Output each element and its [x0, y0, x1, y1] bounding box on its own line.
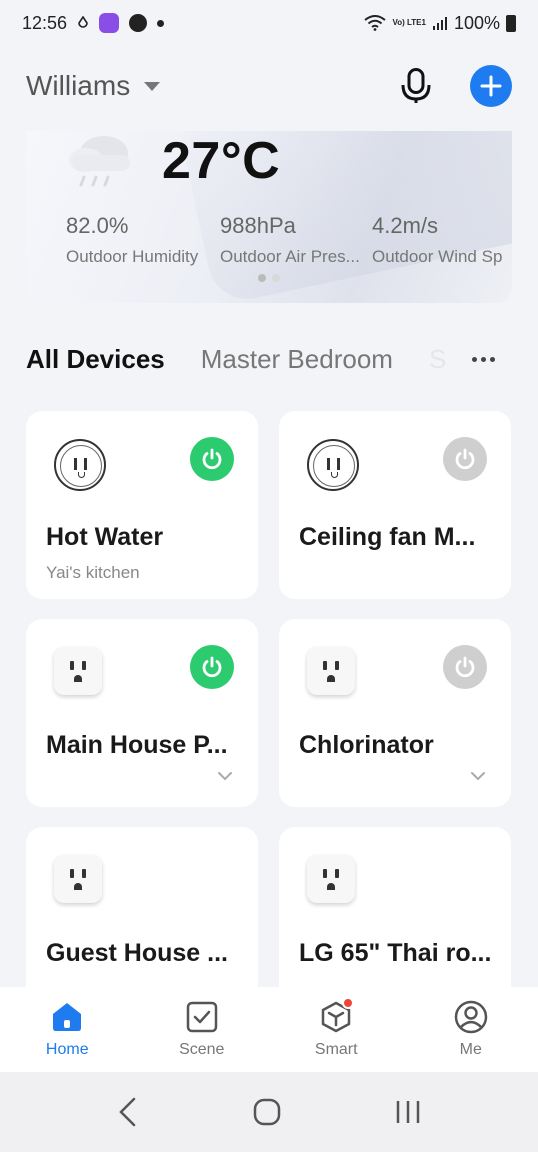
tab-all-devices[interactable]: All Devices: [26, 344, 165, 375]
wind-speed-label: Outdoor Wind Sp: [372, 247, 503, 266]
device-name: LG 65" Thai ro...: [299, 939, 492, 967]
humidity-value: 82.0%: [66, 213, 129, 238]
power-button[interactable]: [190, 437, 234, 481]
more-dot: [471, 356, 477, 362]
microphone-icon: [401, 68, 431, 103]
square-socket-icon: [307, 855, 359, 907]
device-card-main-house[interactable]: Main House P...: [26, 619, 258, 807]
square-socket-icon: [54, 647, 106, 699]
humidity-label: Outdoor Humidity: [66, 247, 199, 266]
air-pressure-metric: 988hPa Outdoor Air Pres...: [220, 213, 372, 267]
pager-dot: [272, 274, 280, 282]
more-dot: [489, 356, 495, 362]
app-badge-icon: [99, 13, 120, 33]
square-socket-icon: [307, 647, 359, 699]
chevron-down-icon[interactable]: [471, 769, 485, 783]
battery-percent: 100%: [453, 12, 500, 33]
nav-me[interactable]: Me: [404, 987, 538, 1072]
square-socket-icon: [54, 855, 106, 907]
power-icon: [455, 448, 475, 470]
user-icon: [453, 999, 489, 1035]
device-name: Ceiling fan M...: [299, 523, 476, 551]
weather-card[interactable]: 27°C 82.0% Outdoor Humidity 988hPa Outdo…: [26, 131, 512, 303]
wifi-icon: [364, 15, 387, 31]
recents-icon[interactable]: [394, 1098, 422, 1126]
device-name: Guest House ...: [46, 939, 228, 967]
nav-home[interactable]: Home: [0, 987, 135, 1072]
device-room: Yai's kitchen: [46, 563, 140, 582]
network-label: Vo) LTE1: [392, 18, 426, 27]
power-button[interactable]: [190, 645, 234, 689]
drop-icon: [77, 16, 89, 30]
tab-partial[interactable]: S: [429, 344, 446, 375]
device-name: Chlorinator: [299, 731, 434, 759]
device-card-hot-water[interactable]: Hot Water Yai's kitchen: [26, 411, 258, 599]
nav-smart[interactable]: Smart: [269, 987, 404, 1072]
more-tabs-button[interactable]: [460, 344, 506, 374]
status-bar: 12:56 Vo) LTE1 100%: [0, 0, 538, 46]
device-name: Hot Water: [46, 523, 164, 551]
device-card-ceiling-fan[interactable]: Ceiling fan M...: [279, 411, 511, 599]
temperature: 27°C: [162, 132, 281, 190]
nav-label: Me: [459, 1041, 482, 1058]
scene-checkbox-icon: [184, 999, 220, 1035]
nav-label: Home: [45, 1041, 89, 1058]
air-pressure-value: 988hPa: [220, 213, 296, 238]
plus-icon: [480, 75, 502, 97]
weather-pager: [26, 274, 512, 282]
tab-master-bedroom[interactable]: Master Bedroom: [201, 344, 393, 375]
status-time: 12:56: [22, 12, 68, 33]
home-icon: [49, 999, 85, 1035]
pager-dot-active: [258, 274, 266, 282]
air-pressure-label: Outdoor Air Pres...: [220, 247, 360, 266]
power-button[interactable]: [443, 437, 487, 481]
room-tabs: All Devices Master Bedroom S: [26, 336, 512, 382]
rain-cloud-icon: [69, 136, 130, 187]
notification-dot: [342, 997, 355, 1009]
notification-dot: [157, 19, 165, 27]
weather-metrics: 82.0% Outdoor Humidity 988hPa Outdoor Ai…: [26, 213, 512, 267]
bottom-navigation: Home Scene Smart Me: [0, 987, 538, 1072]
battery-icon: [506, 14, 516, 32]
home-circle-icon[interactable]: [253, 1098, 281, 1126]
home-selector[interactable]: Williams: [26, 70, 130, 102]
power-icon: [202, 656, 222, 678]
nav-label: Scene: [179, 1041, 225, 1058]
device-card-chlorinator[interactable]: Chlorinator: [279, 619, 511, 807]
power-icon: [455, 656, 475, 678]
system-navigation: [0, 1072, 538, 1152]
signal-icon: [432, 15, 448, 31]
nav-scene[interactable]: Scene: [135, 987, 270, 1072]
add-device-button[interactable]: [470, 65, 512, 107]
chevron-down-icon[interactable]: [144, 81, 161, 91]
round-socket-icon: [307, 439, 359, 491]
nav-label: Smart: [314, 1041, 358, 1058]
power-button[interactable]: [443, 645, 487, 689]
power-icon: [202, 448, 222, 470]
back-icon[interactable]: [116, 1097, 140, 1127]
humidity-metric: 82.0% Outdoor Humidity: [26, 213, 220, 267]
chat-icon: [129, 14, 148, 32]
device-name: Main House P...: [46, 731, 228, 759]
microphone-button[interactable]: [396, 66, 436, 106]
smart-cube-icon: [318, 997, 355, 1035]
more-dot: [480, 356, 486, 362]
chevron-down-icon[interactable]: [218, 769, 232, 783]
wind-speed-value: 4.2m/s: [372, 213, 439, 238]
wind-speed-metric: 4.2m/s Outdoor Wind Sp: [372, 213, 512, 267]
home-header: Williams: [0, 58, 538, 114]
round-socket-icon: [54, 439, 106, 491]
